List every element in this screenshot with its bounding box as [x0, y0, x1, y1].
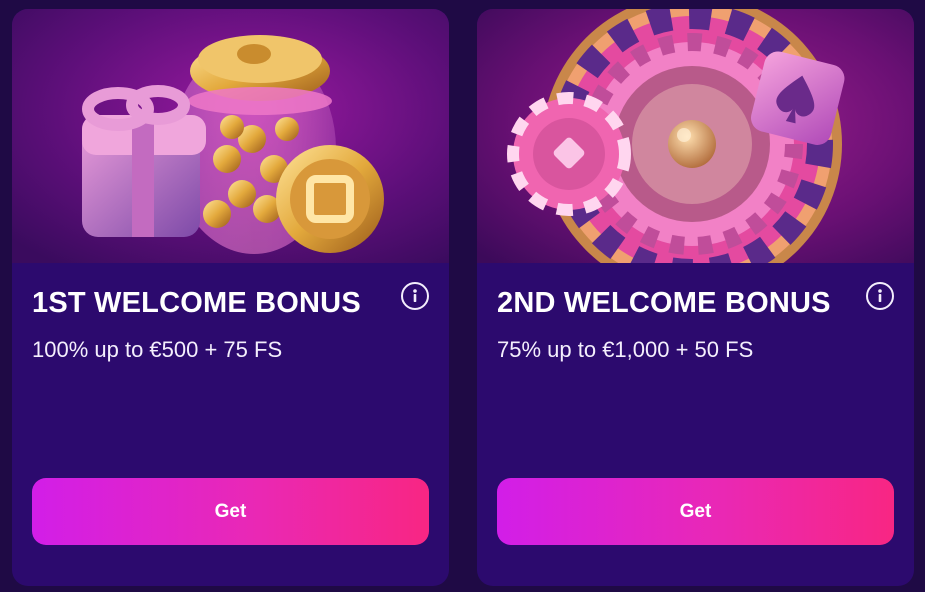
bonus-offer: 100% up to €500 + 75 FS	[32, 337, 283, 362]
bonus-card-1st-welcome: 1ST WELCOME BONUS 100% up to €500 + 75 F…	[12, 9, 449, 586]
roulette-wheel-illustration	[477, 9, 914, 263]
bonus-title: 2ND WELCOME BONUS	[497, 287, 831, 319]
bonus-cards: 1ST WELCOME BONUS 100% up to €500 + 75 F…	[0, 0, 925, 592]
gift-and-coin-jar-illustration	[12, 9, 449, 263]
bonus-card-2nd-welcome: 2ND WELCOME BONUS 75% up to €1,000 + 50 …	[477, 9, 914, 586]
bonus-banner-image	[477, 9, 914, 263]
get-bonus-button[interactable]: Get	[32, 478, 429, 545]
get-bonus-button[interactable]: Get	[497, 478, 894, 545]
bonus-title: 1ST WELCOME BONUS	[32, 287, 361, 319]
bonus-banner-image	[12, 9, 449, 263]
info-icon[interactable]	[401, 282, 429, 310]
info-icon[interactable]	[866, 282, 894, 310]
bonus-offer: 75% up to €1,000 + 50 FS	[497, 337, 754, 362]
